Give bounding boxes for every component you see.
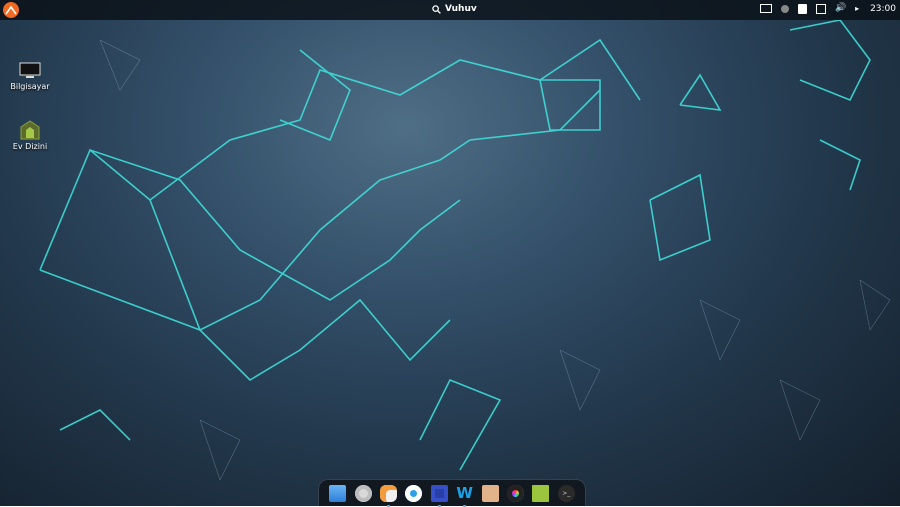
search-icon — [432, 4, 441, 14]
dock-media-player[interactable] — [430, 484, 448, 507]
dock-color-picker[interactable] — [506, 484, 524, 502]
keyboard-layout-icon[interactable] — [760, 4, 773, 13]
clock[interactable]: 23:00 — [870, 4, 896, 14]
network-icon[interactable] — [816, 3, 827, 14]
info-icon[interactable] — [781, 4, 790, 13]
wallpaper-network-lines — [39, 19, 891, 481]
computer-icon — [19, 62, 41, 78]
search-button[interactable]: Vuhuv — [432, 4, 477, 14]
app-menu-icon[interactable] — [3, 2, 19, 18]
dock-settings[interactable] — [354, 484, 372, 502]
search-label: Vuhuv — [445, 4, 477, 14]
dock-wps-writer[interactable]: W — [456, 484, 473, 507]
desktop-icon-label: Ev Dizini — [12, 142, 48, 151]
desktop-icon-home[interactable]: Ev Dizini — [0, 120, 60, 151]
desktop-background — [0, 0, 900, 506]
desktop-icon-computer[interactable]: Bilgisayar — [0, 62, 60, 91]
dock-terminal[interactable]: >_ — [557, 484, 575, 502]
desktop-icon-label: Bilgisayar — [10, 82, 50, 91]
dock: W >_ — [318, 479, 586, 507]
dock-control-center[interactable] — [379, 484, 397, 507]
night-mode-icon[interactable]: ▸ — [855, 3, 861, 14]
home-folder-icon — [20, 120, 40, 140]
dock-folder[interactable] — [532, 484, 550, 502]
system-tray: 🔊 ▸ 23:00 — [760, 3, 896, 14]
dock-browser[interactable] — [405, 484, 423, 502]
volume-icon[interactable]: 🔊 — [835, 3, 846, 14]
top-panel: Vuhuv 🔊 ▸ 23:00 — [0, 0, 900, 20]
dock-image-viewer[interactable] — [481, 484, 499, 502]
dock-file-manager[interactable] — [329, 484, 347, 502]
notes-icon[interactable] — [798, 3, 808, 14]
